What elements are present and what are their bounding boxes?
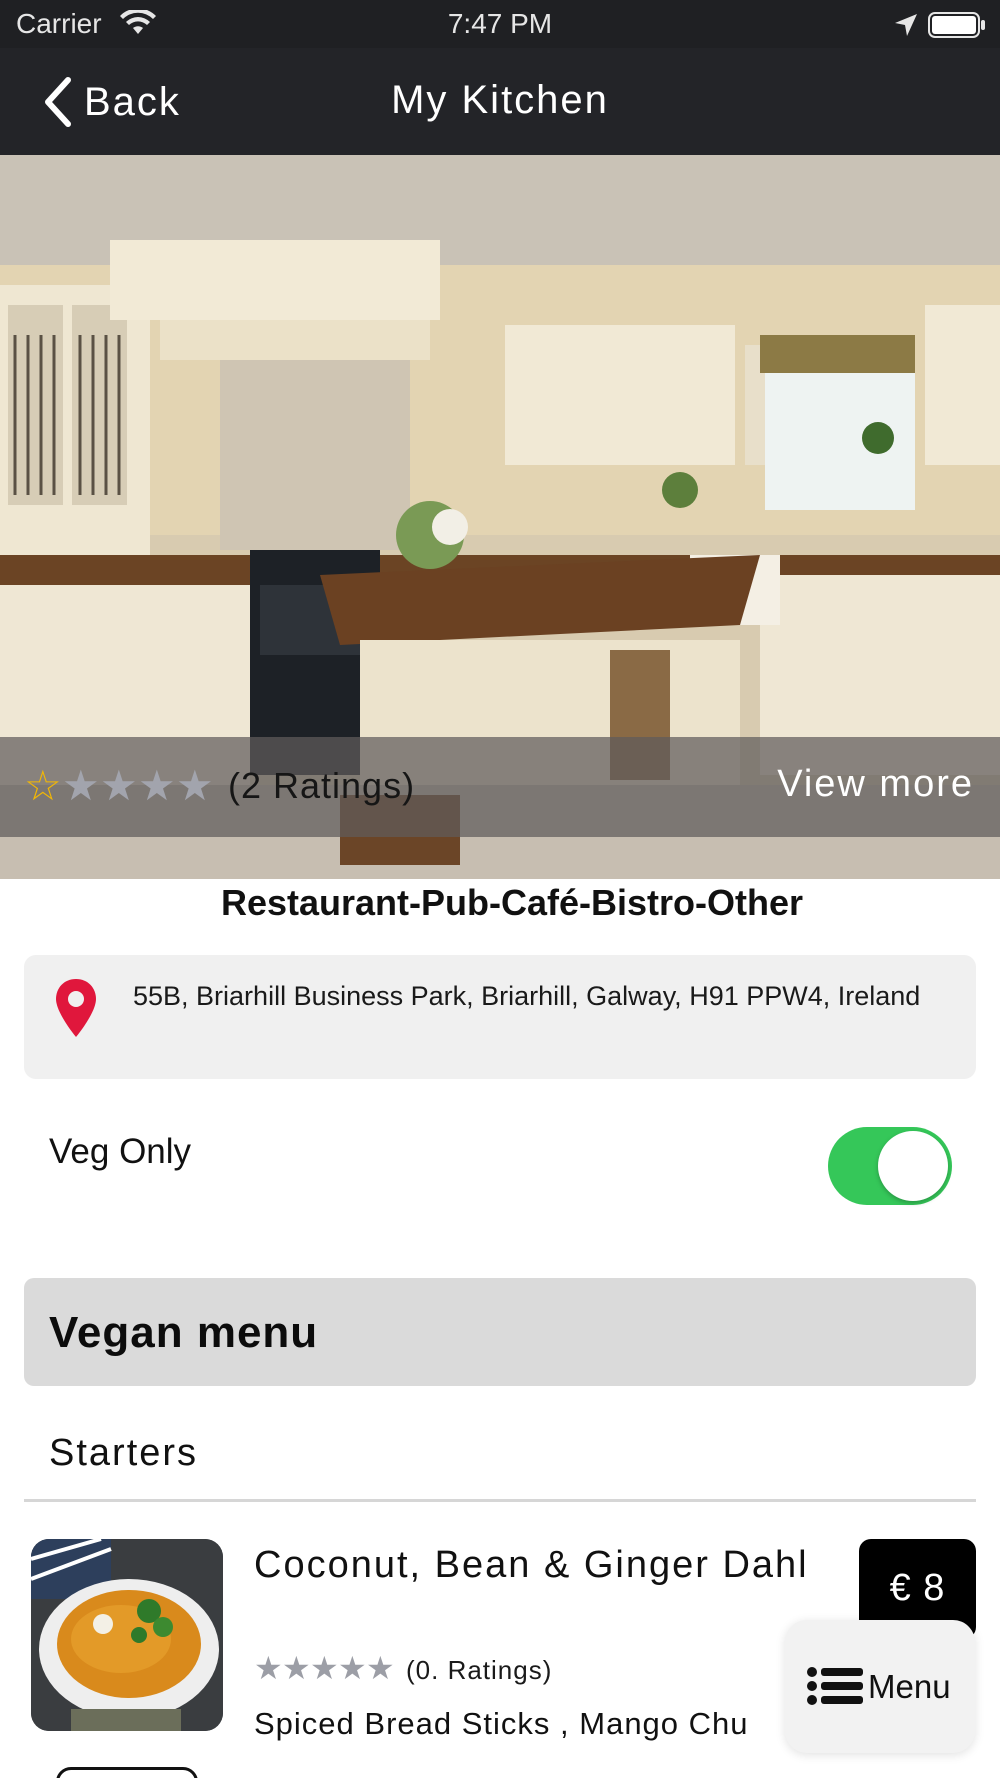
- dish-ratings-count: (0. Ratings): [406, 1655, 553, 1685]
- star-empty-icon: ★: [176, 762, 214, 809]
- rating-stars: ☆ ★ ★ ★ ★: [24, 761, 214, 811]
- subsection-title: Starters: [49, 1432, 199, 1474]
- star-empty-icon: ★: [100, 762, 138, 809]
- add-to-cart-button[interactable]: [56, 1767, 198, 1778]
- veg-only-toggle[interactable]: [828, 1127, 952, 1205]
- star-empty-icon: ★: [338, 1650, 367, 1686]
- star-filled-icon: ☆: [24, 762, 62, 809]
- toggle-knob: [878, 1131, 948, 1201]
- dish-name[interactable]: Coconut, Bean & Ginger Dahl: [254, 1540, 814, 1591]
- star-empty-icon: ★: [254, 1650, 283, 1686]
- ratings-count: (2 Ratings): [228, 765, 416, 806]
- dish-rating-stars: ★ ★ ★ ★ ★: [254, 1648, 395, 1688]
- star-empty-icon: ★: [62, 762, 100, 809]
- star-empty-icon: ★: [310, 1650, 339, 1686]
- dish-image[interactable]: [31, 1539, 223, 1731]
- menu-section-header[interactable]: Vegan menu: [24, 1278, 976, 1386]
- address-text: 55B, Briarhill Business Park, Briarhill,…: [133, 981, 921, 1011]
- location-icon: [895, 14, 917, 36]
- page-title: My Kitchen: [391, 78, 609, 122]
- location-pin-icon: [56, 979, 96, 1037]
- list-icon: [807, 1667, 863, 1705]
- menu-section-title: Vegan menu: [49, 1308, 319, 1357]
- rating-overlay: ☆ ★ ★ ★ ★ (2 Ratings) View more: [0, 737, 1000, 837]
- dahl-photo: [31, 1539, 223, 1731]
- divider: [24, 1499, 976, 1502]
- restaurant-category: Restaurant-Pub-Café-Bistro-Other: [220, 882, 804, 923]
- view-more-link[interactable]: View more: [777, 763, 974, 806]
- floating-menu-button[interactable]: Menu: [785, 1620, 975, 1753]
- star-empty-icon: ★: [138, 762, 176, 809]
- dish-description: Spiced Bread Sticks , Mango Chu: [254, 1706, 749, 1741]
- veg-only-label: Veg Only: [49, 1132, 192, 1171]
- status-bar: Carrier 7:47 PM: [0, 0, 1000, 48]
- address-card[interactable]: 55B, Briarhill Business Park, Briarhill,…: [24, 955, 976, 1079]
- star-empty-icon: ★: [366, 1650, 395, 1686]
- battery-icon: [928, 12, 985, 38]
- floating-menu-label: Menu: [868, 1668, 951, 1705]
- kitchen-hero-image: ☆ ★ ★ ★ ★ (2 Ratings) View more: [0, 155, 1000, 879]
- navigation-bar: Back My Kitchen: [0, 48, 1000, 155]
- status-time: 7:47 PM: [447, 8, 553, 39]
- star-empty-icon: ★: [282, 1650, 311, 1686]
